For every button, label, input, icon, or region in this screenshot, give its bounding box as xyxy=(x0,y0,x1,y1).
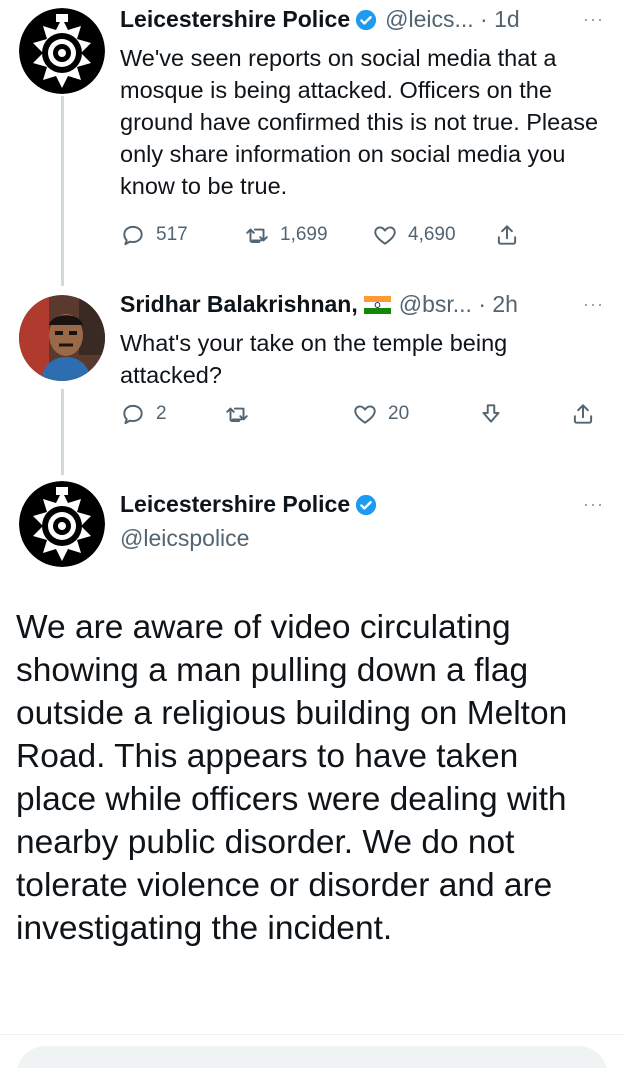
author-name[interactable]: Sridhar Balakrishnan, xyxy=(120,291,358,318)
downvote-icon xyxy=(482,404,500,423)
heart-icon xyxy=(374,226,396,245)
main-tweet-text: We are aware of video circulating showin… xyxy=(16,609,568,947)
reply-count: 517 xyxy=(156,224,188,245)
more-options-icon[interactable]: ··· xyxy=(583,9,604,30)
like-button[interactable]: 20 xyxy=(352,401,409,427)
action-bar: 517 1,699 4,690 xyxy=(120,222,600,258)
tweet-text: What's your take on the temple being att… xyxy=(120,330,508,388)
tweet-2[interactable]: Sridhar Balakrishnan, @bsr... · 2h ··· W… xyxy=(0,285,624,475)
tweet-text: We've seen reports on social media that … xyxy=(120,45,599,199)
reply-button[interactable]: 517 xyxy=(120,222,188,248)
india-flag-icon xyxy=(363,295,391,314)
like-count: 20 xyxy=(388,403,410,424)
share-icon xyxy=(497,225,517,245)
retweet-icon xyxy=(246,228,268,244)
retweet-button[interactable] xyxy=(224,401,260,427)
retweet-count: 1,699 xyxy=(280,224,328,245)
like-count: 4,690 xyxy=(408,224,456,245)
police-avatar[interactable] xyxy=(19,481,105,567)
reply-icon xyxy=(123,225,143,246)
user-avatar[interactable] xyxy=(19,295,105,381)
heart-icon xyxy=(354,405,376,424)
author-name[interactable]: Leicestershire Police xyxy=(120,6,350,33)
author-handle[interactable]: @bsr... · 2h xyxy=(399,291,518,318)
reply-count: 2 xyxy=(156,403,167,424)
reply-input-bar[interactable] xyxy=(16,1046,608,1068)
share-button[interactable] xyxy=(494,222,520,248)
retweet-button[interactable]: 1,699 xyxy=(244,222,328,248)
retweet-icon xyxy=(226,407,248,423)
action-bar: 2 20 xyxy=(120,401,600,437)
tweet-1[interactable]: Leicestershire Police @leics... · 1d ···… xyxy=(0,0,624,286)
like-button[interactable]: 4,690 xyxy=(372,222,456,248)
police-avatar[interactable] xyxy=(19,8,105,94)
verified-badge-icon xyxy=(356,494,377,515)
downvote-button[interactable] xyxy=(478,401,504,427)
more-options-icon[interactable]: ··· xyxy=(583,494,604,515)
verified-badge-icon xyxy=(356,9,377,30)
share-icon xyxy=(573,404,593,424)
reply-button[interactable]: 2 xyxy=(120,401,167,427)
share-button[interactable] xyxy=(570,401,596,427)
author-handle[interactable]: @leics... · 1d xyxy=(385,6,520,33)
author-handle[interactable]: @leicspolice xyxy=(120,525,249,552)
reply-icon xyxy=(123,404,143,425)
divider xyxy=(0,1034,624,1035)
more-options-icon[interactable]: ··· xyxy=(583,294,604,315)
thread-line xyxy=(61,389,64,475)
author-name[interactable]: Leicestershire Police xyxy=(120,491,350,518)
thread-line xyxy=(61,96,64,286)
